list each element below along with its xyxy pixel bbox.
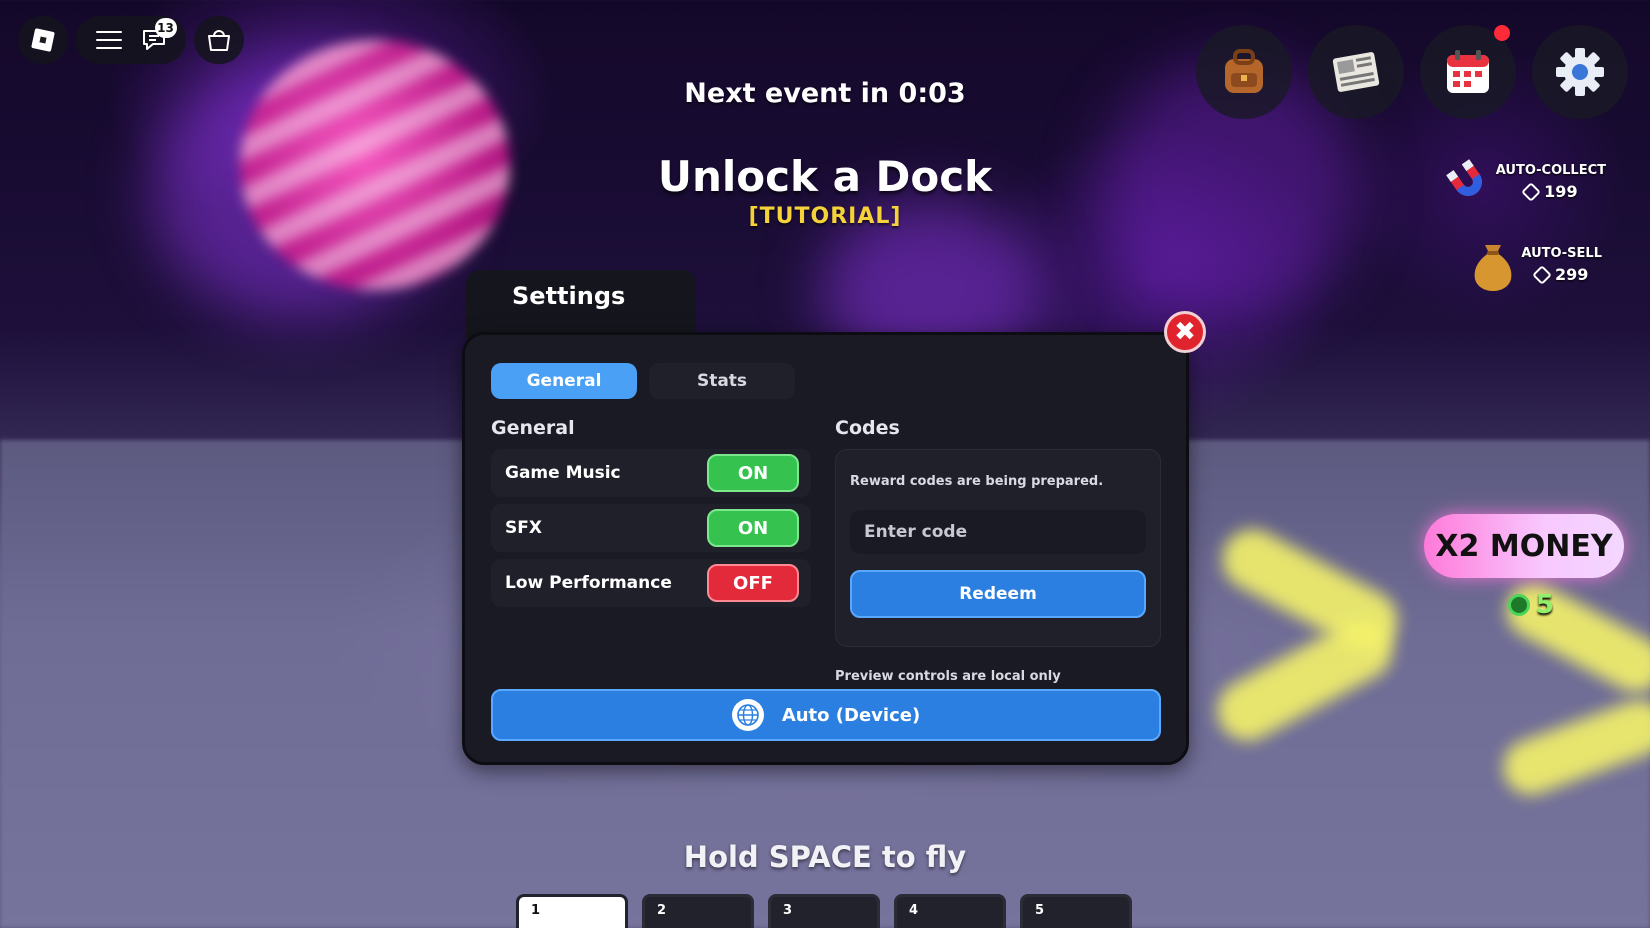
chat-icon[interactable]: 13 bbox=[141, 18, 177, 52]
setting-label: Game Music bbox=[505, 463, 621, 483]
tab-general[interactable]: General bbox=[491, 363, 637, 399]
hotbar-slot-4[interactable]: 4 bbox=[894, 894, 1006, 928]
preview-note: Preview controls are local only bbox=[835, 669, 1061, 684]
device-label: Auto (Device) bbox=[781, 704, 921, 726]
x2-money-price: 5 bbox=[1507, 590, 1554, 620]
auto-sell-label: AUTO-SELL bbox=[1521, 246, 1602, 261]
codes-box: Reward codes are being prepared. Redeem bbox=[835, 449, 1161, 647]
general-heading: General bbox=[491, 417, 575, 439]
slot-number: 3 bbox=[783, 903, 793, 918]
notification-dot bbox=[1494, 25, 1510, 41]
slot-number: 1 bbox=[531, 903, 541, 918]
auto-sell-perk[interactable]: AUTO-SELL 299 bbox=[1469, 237, 1602, 293]
event-timer: Next event in 0:03 bbox=[684, 78, 966, 109]
close-icon: ✖ bbox=[1174, 317, 1196, 347]
robux-icon bbox=[1532, 264, 1552, 285]
hamburger-icon[interactable] bbox=[95, 31, 122, 49]
device-selector-button[interactable]: Auto (Device) bbox=[491, 689, 1161, 741]
setting-row-low-performance: Low Performance OFF bbox=[491, 559, 811, 607]
low-performance-toggle[interactable]: OFF bbox=[707, 564, 799, 602]
auto-sell-price: 299 bbox=[1555, 265, 1589, 284]
game-music-toggle[interactable]: ON bbox=[707, 454, 799, 492]
robux-icon bbox=[1507, 594, 1530, 616]
chat-badge: 13 bbox=[154, 18, 177, 38]
auto-collect-price: 199 bbox=[1544, 182, 1578, 201]
tab-stats[interactable]: Stats bbox=[649, 363, 795, 399]
hotbar-slot-5[interactable]: 5 bbox=[1020, 894, 1132, 928]
setting-label: Low Performance bbox=[505, 573, 672, 593]
objective-title: Unlock a Dock bbox=[657, 152, 993, 201]
globe-icon bbox=[731, 699, 764, 731]
redeem-button[interactable]: Redeem bbox=[850, 570, 1146, 618]
slot-number: 2 bbox=[657, 903, 667, 918]
roblox-logo-icon bbox=[31, 28, 55, 52]
menu-chat-group: 13 bbox=[76, 16, 186, 64]
code-input[interactable] bbox=[850, 510, 1146, 554]
setting-label: SFX bbox=[505, 518, 542, 538]
magnet-icon bbox=[1445, 159, 1482, 196]
sfx-toggle[interactable]: ON bbox=[707, 509, 799, 547]
roblox-topbar: 13 bbox=[18, 16, 244, 64]
settings-tabs: General Stats bbox=[491, 363, 795, 399]
codes-message: Reward codes are being prepared. bbox=[850, 474, 1104, 489]
slot-number: 4 bbox=[909, 903, 919, 918]
shop-button[interactable] bbox=[194, 16, 244, 64]
hotbar: 1 2 3 4 5 bbox=[516, 894, 1132, 928]
shopping-bag-icon bbox=[208, 30, 230, 51]
auto-collect-perk[interactable]: AUTO-COLLECT 199 bbox=[1444, 158, 1606, 206]
money-bag-icon bbox=[1475, 245, 1512, 291]
close-button[interactable]: ✖ bbox=[1164, 311, 1206, 353]
robux-icon bbox=[1521, 181, 1542, 202]
settings-title: Settings bbox=[512, 282, 626, 310]
x2-money-boost-button[interactable]: X2 MONEY bbox=[1424, 514, 1624, 578]
roblox-menu-button[interactable] bbox=[18, 16, 68, 64]
hotbar-slot-2[interactable]: 2 bbox=[642, 894, 754, 928]
hotbar-slot-3[interactable]: 3 bbox=[768, 894, 880, 928]
codes-heading: Codes bbox=[835, 417, 900, 439]
settings-title-tab: Settings bbox=[466, 270, 696, 338]
auto-collect-label: AUTO-COLLECT bbox=[1495, 163, 1606, 178]
x2-money-price-value: 5 bbox=[1535, 590, 1554, 620]
fly-hint: Hold SPACE to fly bbox=[683, 840, 967, 874]
setting-row-game-music: Game Music ON bbox=[491, 449, 811, 497]
objective-subtitle: [TUTORIAL] bbox=[748, 204, 902, 229]
setting-row-sfx: SFX ON bbox=[491, 504, 811, 552]
slot-number: 5 bbox=[1035, 903, 1045, 918]
settings-panel: General Stats General Game Music ON SFX … bbox=[462, 332, 1189, 765]
hotbar-slot-1[interactable]: 1 bbox=[516, 894, 628, 928]
